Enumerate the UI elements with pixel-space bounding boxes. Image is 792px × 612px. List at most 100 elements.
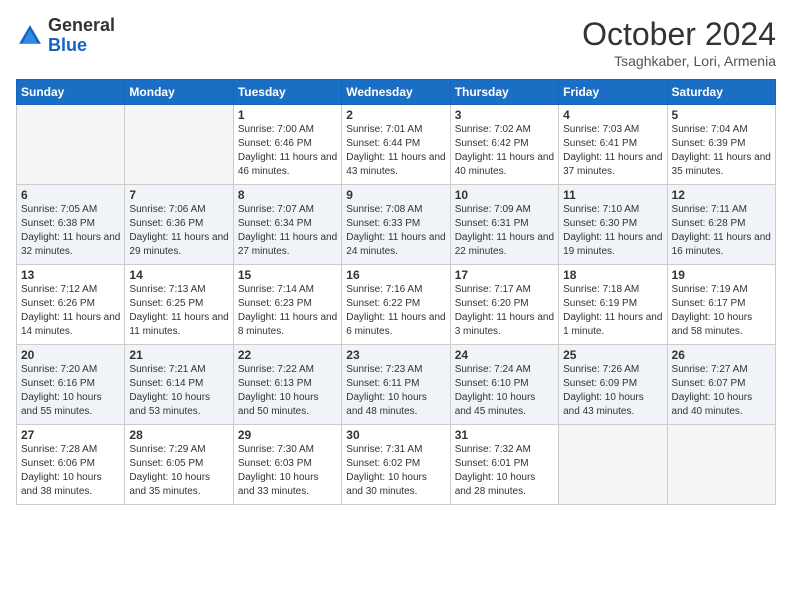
- table-row: [667, 425, 775, 505]
- day-number: 2: [346, 108, 445, 122]
- day-info: Sunrise: 7:23 AMSunset: 6:11 PMDaylight:…: [346, 363, 445, 419]
- day-number: 29: [238, 428, 337, 442]
- table-row: 5 Sunrise: 7:04 AMSunset: 6:39 PMDayligh…: [667, 105, 775, 185]
- day-info: Sunrise: 7:09 AMSunset: 6:31 PMDaylight:…: [455, 203, 554, 259]
- day-info: Sunrise: 7:11 AMSunset: 6:28 PMDaylight:…: [672, 203, 771, 259]
- day-info: Sunrise: 7:04 AMSunset: 6:39 PMDaylight:…: [672, 123, 771, 179]
- day-number: 6: [21, 188, 120, 202]
- day-number: 21: [129, 348, 228, 362]
- table-row: 26 Sunrise: 7:27 AMSunset: 6:07 PMDaylig…: [667, 345, 775, 425]
- day-info: Sunrise: 7:06 AMSunset: 6:36 PMDaylight:…: [129, 203, 228, 259]
- day-info: Sunrise: 7:01 AMSunset: 6:44 PMDaylight:…: [346, 123, 445, 179]
- location: Tsaghkaber, Lori, Armenia: [582, 53, 776, 69]
- table-row: 10 Sunrise: 7:09 AMSunset: 6:31 PMDaylig…: [450, 185, 558, 265]
- calendar-week-row: 6 Sunrise: 7:05 AMSunset: 6:38 PMDayligh…: [17, 185, 776, 265]
- table-row: 4 Sunrise: 7:03 AMSunset: 6:41 PMDayligh…: [559, 105, 667, 185]
- table-row: 12 Sunrise: 7:11 AMSunset: 6:28 PMDaylig…: [667, 185, 775, 265]
- day-info: Sunrise: 7:19 AMSunset: 6:17 PMDaylight:…: [672, 283, 771, 339]
- table-row: 2 Sunrise: 7:01 AMSunset: 6:44 PMDayligh…: [342, 105, 450, 185]
- day-number: 17: [455, 268, 554, 282]
- page-header: General Blue October 2024 Tsaghkaber, Lo…: [16, 16, 776, 69]
- table-row: 22 Sunrise: 7:22 AMSunset: 6:13 PMDaylig…: [233, 345, 341, 425]
- day-info: Sunrise: 7:26 AMSunset: 6:09 PMDaylight:…: [563, 363, 662, 419]
- logo-general: General: [48, 16, 115, 36]
- day-number: 31: [455, 428, 554, 442]
- table-row: 8 Sunrise: 7:07 AMSunset: 6:34 PMDayligh…: [233, 185, 341, 265]
- table-row: 31 Sunrise: 7:32 AMSunset: 6:01 PMDaylig…: [450, 425, 558, 505]
- calendar-week-row: 13 Sunrise: 7:12 AMSunset: 6:26 PMDaylig…: [17, 265, 776, 345]
- day-number: 25: [563, 348, 662, 362]
- day-info: Sunrise: 7:07 AMSunset: 6:34 PMDaylight:…: [238, 203, 337, 259]
- table-row: 25 Sunrise: 7:26 AMSunset: 6:09 PMDaylig…: [559, 345, 667, 425]
- day-number: 19: [672, 268, 771, 282]
- col-monday: Monday: [125, 80, 233, 105]
- col-sunday: Sunday: [17, 80, 125, 105]
- table-row: 23 Sunrise: 7:23 AMSunset: 6:11 PMDaylig…: [342, 345, 450, 425]
- calendar-header-row: Sunday Monday Tuesday Wednesday Thursday…: [17, 80, 776, 105]
- table-row: 28 Sunrise: 7:29 AMSunset: 6:05 PMDaylig…: [125, 425, 233, 505]
- table-row: [125, 105, 233, 185]
- table-row: 1 Sunrise: 7:00 AMSunset: 6:46 PMDayligh…: [233, 105, 341, 185]
- col-wednesday: Wednesday: [342, 80, 450, 105]
- table-row: 18 Sunrise: 7:18 AMSunset: 6:19 PMDaylig…: [559, 265, 667, 345]
- day-number: 11: [563, 188, 662, 202]
- day-info: Sunrise: 7:29 AMSunset: 6:05 PMDaylight:…: [129, 443, 228, 499]
- day-info: Sunrise: 7:13 AMSunset: 6:25 PMDaylight:…: [129, 283, 228, 339]
- table-row: 21 Sunrise: 7:21 AMSunset: 6:14 PMDaylig…: [125, 345, 233, 425]
- day-info: Sunrise: 7:02 AMSunset: 6:42 PMDaylight:…: [455, 123, 554, 179]
- day-number: 1: [238, 108, 337, 122]
- col-friday: Friday: [559, 80, 667, 105]
- table-row: 20 Sunrise: 7:20 AMSunset: 6:16 PMDaylig…: [17, 345, 125, 425]
- day-info: Sunrise: 7:28 AMSunset: 6:06 PMDaylight:…: [21, 443, 120, 499]
- col-tuesday: Tuesday: [233, 80, 341, 105]
- table-row: 11 Sunrise: 7:10 AMSunset: 6:30 PMDaylig…: [559, 185, 667, 265]
- day-number: 30: [346, 428, 445, 442]
- table-row: 13 Sunrise: 7:12 AMSunset: 6:26 PMDaylig…: [17, 265, 125, 345]
- table-row: 30 Sunrise: 7:31 AMSunset: 6:02 PMDaylig…: [342, 425, 450, 505]
- month-title: October 2024: [582, 16, 776, 53]
- day-number: 14: [129, 268, 228, 282]
- logo-blue: Blue: [48, 36, 115, 56]
- day-number: 26: [672, 348, 771, 362]
- day-number: 15: [238, 268, 337, 282]
- table-row: 24 Sunrise: 7:24 AMSunset: 6:10 PMDaylig…: [450, 345, 558, 425]
- day-number: 28: [129, 428, 228, 442]
- day-number: 16: [346, 268, 445, 282]
- day-number: 27: [21, 428, 120, 442]
- day-number: 24: [455, 348, 554, 362]
- day-info: Sunrise: 7:27 AMSunset: 6:07 PMDaylight:…: [672, 363, 771, 419]
- table-row: 6 Sunrise: 7:05 AMSunset: 6:38 PMDayligh…: [17, 185, 125, 265]
- table-row: 3 Sunrise: 7:02 AMSunset: 6:42 PMDayligh…: [450, 105, 558, 185]
- day-number: 3: [455, 108, 554, 122]
- day-number: 18: [563, 268, 662, 282]
- calendar-table: Sunday Monday Tuesday Wednesday Thursday…: [16, 79, 776, 505]
- day-info: Sunrise: 7:31 AMSunset: 6:02 PMDaylight:…: [346, 443, 445, 499]
- day-info: Sunrise: 7:16 AMSunset: 6:22 PMDaylight:…: [346, 283, 445, 339]
- day-info: Sunrise: 7:32 AMSunset: 6:01 PMDaylight:…: [455, 443, 554, 499]
- logo-icon: [16, 22, 44, 50]
- table-row: 7 Sunrise: 7:06 AMSunset: 6:36 PMDayligh…: [125, 185, 233, 265]
- col-thursday: Thursday: [450, 80, 558, 105]
- calendar-week-row: 27 Sunrise: 7:28 AMSunset: 6:06 PMDaylig…: [17, 425, 776, 505]
- table-row: 9 Sunrise: 7:08 AMSunset: 6:33 PMDayligh…: [342, 185, 450, 265]
- calendar-week-row: 1 Sunrise: 7:00 AMSunset: 6:46 PMDayligh…: [17, 105, 776, 185]
- table-row: 17 Sunrise: 7:17 AMSunset: 6:20 PMDaylig…: [450, 265, 558, 345]
- col-saturday: Saturday: [667, 80, 775, 105]
- table-row: 19 Sunrise: 7:19 AMSunset: 6:17 PMDaylig…: [667, 265, 775, 345]
- day-number: 10: [455, 188, 554, 202]
- day-info: Sunrise: 7:21 AMSunset: 6:14 PMDaylight:…: [129, 363, 228, 419]
- day-number: 13: [21, 268, 120, 282]
- day-number: 22: [238, 348, 337, 362]
- day-number: 7: [129, 188, 228, 202]
- calendar-week-row: 20 Sunrise: 7:20 AMSunset: 6:16 PMDaylig…: [17, 345, 776, 425]
- table-row: 27 Sunrise: 7:28 AMSunset: 6:06 PMDaylig…: [17, 425, 125, 505]
- day-info: Sunrise: 7:20 AMSunset: 6:16 PMDaylight:…: [21, 363, 120, 419]
- table-row: 15 Sunrise: 7:14 AMSunset: 6:23 PMDaylig…: [233, 265, 341, 345]
- title-block: October 2024 Tsaghkaber, Lori, Armenia: [582, 16, 776, 69]
- day-info: Sunrise: 7:30 AMSunset: 6:03 PMDaylight:…: [238, 443, 337, 499]
- logo: General Blue: [16, 16, 115, 56]
- table-row: 16 Sunrise: 7:16 AMSunset: 6:22 PMDaylig…: [342, 265, 450, 345]
- day-number: 9: [346, 188, 445, 202]
- table-row: 14 Sunrise: 7:13 AMSunset: 6:25 PMDaylig…: [125, 265, 233, 345]
- day-number: 4: [563, 108, 662, 122]
